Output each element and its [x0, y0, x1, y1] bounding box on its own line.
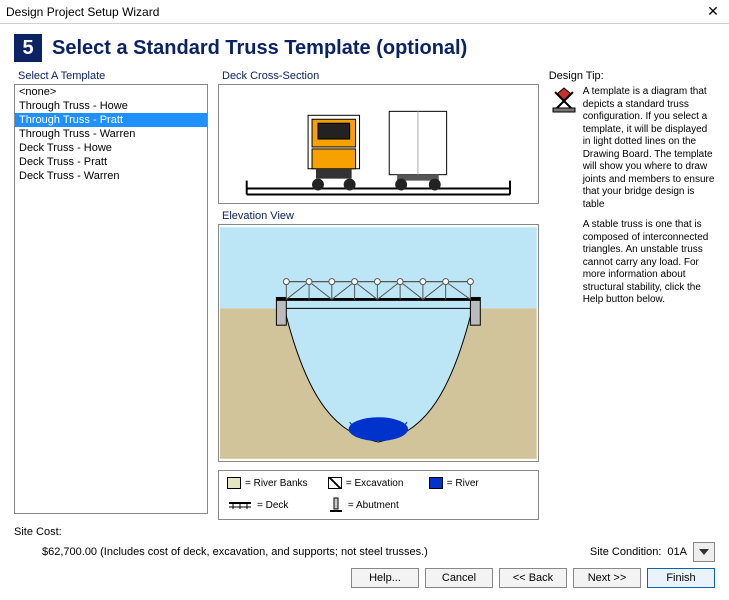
deck-symbol-icon — [227, 499, 253, 511]
titlebar: Design Project Setup Wizard ✕ — [0, 0, 729, 24]
legend-excavation-label: = Excavation — [346, 478, 404, 489]
site-condition-label: Site Condition: — [590, 546, 662, 558]
template-list-item[interactable]: Deck Truss - Howe — [15, 141, 207, 155]
site-condition: Site Condition: 01A — [590, 542, 715, 562]
window-title: Design Project Setup Wizard — [6, 5, 703, 19]
help-button[interactable]: Help... — [351, 568, 419, 588]
design-tip-text: A template is a diagram that depicts a s… — [583, 86, 715, 315]
step-title: Select a Standard Truss Template (option… — [52, 37, 467, 60]
legend-item-excavation: = Excavation — [328, 477, 429, 489]
chevron-down-icon — [699, 549, 709, 555]
site-condition-value: 01A — [667, 546, 687, 558]
banks-swatch-icon — [227, 477, 241, 489]
legend-item-banks: = River Banks — [227, 477, 328, 489]
step-header: 5 Select a Standard Truss Template (opti… — [0, 24, 729, 66]
deck-section-label: Deck Cross-Section — [222, 70, 539, 82]
template-list-item[interactable]: Deck Truss - Warren — [15, 169, 207, 183]
finish-button[interactable]: Finish — [647, 568, 715, 588]
site-cost-label: Site Cost: — [14, 526, 715, 538]
wizard-buttons: Help... Cancel << Back Next >> Finish — [351, 568, 715, 588]
site-cost-value: $62,700.00 (Includes cost of deck, excav… — [42, 546, 590, 558]
legend-river-label: = River — [447, 478, 479, 489]
template-listbox[interactable]: <none>Through Truss - HoweThrough Truss … — [14, 84, 208, 514]
site-condition-dropdown[interactable] — [693, 542, 715, 562]
river-swatch-icon — [429, 477, 443, 489]
back-button[interactable]: << Back — [499, 568, 567, 588]
elevation-view-panel — [218, 224, 539, 462]
cancel-button[interactable]: Cancel — [425, 568, 493, 588]
deck-cross-section-panel — [218, 84, 539, 204]
next-button[interactable]: Next >> — [573, 568, 641, 588]
legend-deck-label: = Deck — [257, 500, 288, 511]
design-tip-label: Design Tip: — [549, 70, 715, 82]
elevation-label: Elevation View — [222, 210, 539, 222]
template-list-item[interactable]: <none> — [15, 85, 207, 99]
legend-panel: = River Banks = Excavation = River = Dec… — [218, 470, 539, 520]
legend-abutment-label: = Abutment — [348, 500, 399, 511]
legend-item-deck: = Deck — [227, 499, 328, 511]
step-number: 5 — [14, 34, 42, 62]
design-tip-icon — [549, 86, 579, 116]
template-list-item[interactable]: Deck Truss - Pratt — [15, 155, 207, 169]
close-icon[interactable]: ✕ — [703, 3, 723, 20]
template-list-item[interactable]: Through Truss - Warren — [15, 127, 207, 141]
excavation-swatch-icon — [328, 477, 342, 489]
legend-item-river: = River — [429, 477, 530, 489]
legend-banks-label: = River Banks — [245, 478, 308, 489]
tip-paragraph-2: A stable truss is one that is composed o… — [583, 219, 715, 307]
template-list-item[interactable]: Through Truss - Pratt — [15, 113, 207, 127]
template-list-label: Select A Template — [18, 70, 208, 82]
legend-item-abutment: = Abutment — [328, 497, 429, 513]
template-list-item[interactable]: Through Truss - Howe — [15, 99, 207, 113]
tip-paragraph-1: A template is a diagram that depicts a s… — [583, 86, 715, 211]
abutment-symbol-icon — [328, 497, 344, 513]
